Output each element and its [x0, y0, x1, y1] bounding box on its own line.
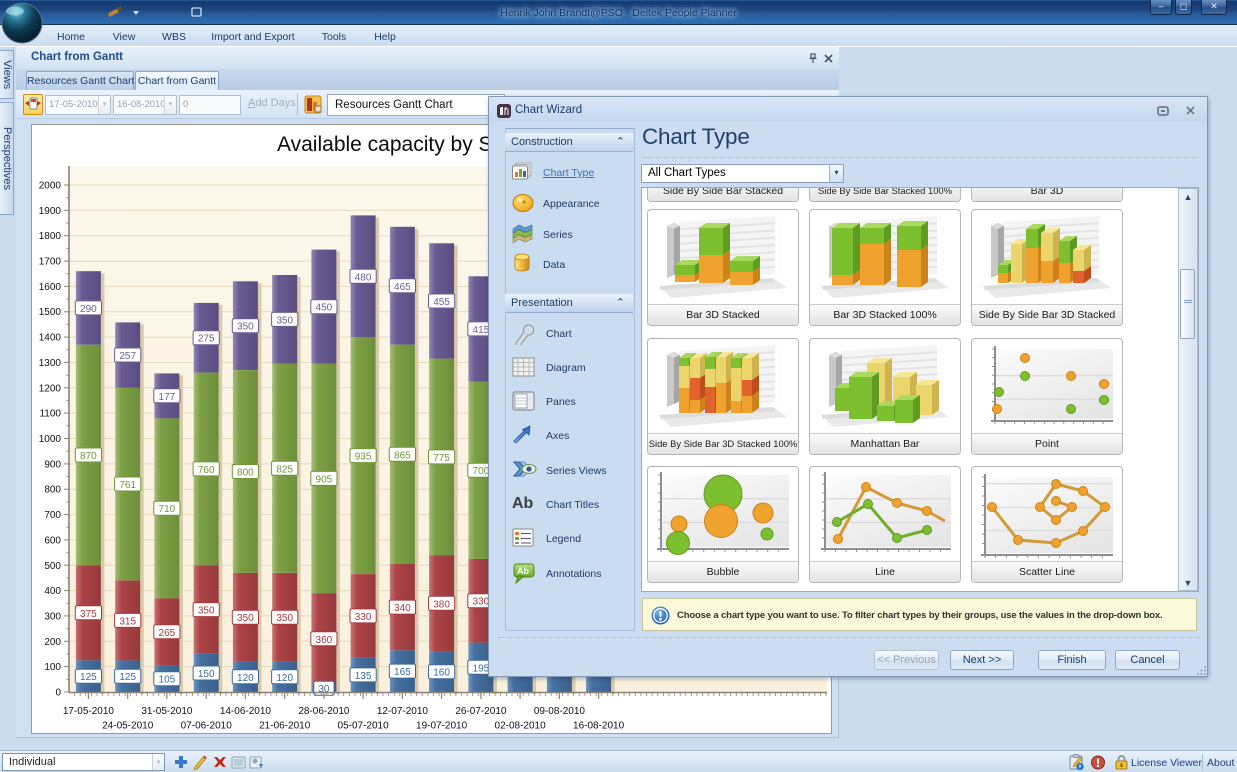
svg-text:26-07-2010: 26-07-2010	[455, 706, 507, 717]
svg-text:450: 450	[316, 303, 333, 314]
svg-text:31-05-2010: 31-05-2010	[141, 706, 193, 717]
svg-text:350: 350	[198, 606, 215, 617]
svg-text:14-06-2010: 14-06-2010	[220, 706, 272, 717]
svg-text:Ab: Ab	[517, 566, 529, 576]
svg-text:125: 125	[119, 672, 136, 683]
svg-text:1900: 1900	[39, 206, 62, 217]
svg-text:340: 340	[394, 603, 411, 614]
svg-text:150: 150	[198, 669, 215, 680]
svg-text:275: 275	[198, 334, 215, 345]
svg-text:800: 800	[44, 485, 61, 496]
svg-text:350: 350	[237, 613, 254, 624]
svg-text:330: 330	[355, 612, 372, 623]
svg-text:05-07-2010: 05-07-2010	[338, 721, 390, 732]
svg-text:2000: 2000	[39, 181, 62, 192]
svg-text:300: 300	[44, 611, 61, 622]
svg-text:Ab: Ab	[512, 495, 534, 511]
svg-text:1100: 1100	[39, 409, 61, 420]
svg-text:120: 120	[237, 673, 254, 684]
svg-text:315: 315	[119, 616, 136, 627]
svg-text:120: 120	[276, 673, 293, 684]
svg-text:865: 865	[394, 450, 411, 461]
svg-text:28-06-2010: 28-06-2010	[298, 706, 350, 717]
svg-text:400: 400	[44, 586, 61, 597]
svg-text:265: 265	[159, 628, 176, 639]
svg-text:02-08-2010: 02-08-2010	[495, 721, 547, 732]
svg-text:100: 100	[44, 662, 61, 673]
svg-text:165: 165	[394, 667, 411, 678]
svg-text:870: 870	[80, 451, 97, 462]
svg-text:1300: 1300	[39, 358, 62, 369]
svg-text:125: 125	[80, 672, 97, 683]
svg-text:700: 700	[44, 510, 61, 521]
svg-text:1800: 1800	[39, 231, 62, 242]
svg-text:761: 761	[119, 480, 136, 491]
svg-text:760: 760	[198, 465, 215, 476]
svg-text:177: 177	[159, 392, 176, 403]
svg-text:105: 105	[159, 675, 176, 686]
svg-text:500: 500	[44, 561, 61, 572]
svg-text:12-07-2010: 12-07-2010	[377, 706, 429, 717]
svg-text:16-08-2010: 16-08-2010	[573, 721, 625, 732]
svg-text:480: 480	[355, 272, 372, 283]
svg-text:1700: 1700	[39, 257, 62, 268]
svg-text:17-05-2010: 17-05-2010	[63, 706, 115, 717]
svg-text:900: 900	[44, 459, 61, 470]
svg-text:1600: 1600	[39, 282, 62, 293]
svg-text:825: 825	[276, 464, 293, 475]
svg-text:200: 200	[44, 637, 61, 648]
svg-text:24-05-2010: 24-05-2010	[102, 721, 154, 732]
svg-text:905: 905	[316, 474, 333, 485]
svg-text:710: 710	[159, 504, 176, 515]
svg-text:135: 135	[355, 671, 372, 682]
svg-text:350: 350	[237, 322, 254, 333]
svg-text:465: 465	[394, 282, 411, 293]
svg-text:775: 775	[433, 453, 450, 464]
svg-text:800: 800	[237, 468, 254, 479]
svg-text:290: 290	[80, 304, 97, 315]
svg-text:21-06-2010: 21-06-2010	[259, 721, 311, 732]
svg-text:350: 350	[276, 315, 293, 326]
svg-text:07-06-2010: 07-06-2010	[181, 721, 233, 732]
svg-text:1200: 1200	[39, 383, 62, 394]
svg-text:360: 360	[316, 635, 333, 646]
svg-text:0: 0	[55, 688, 61, 699]
svg-text:350: 350	[276, 613, 293, 624]
svg-text:600: 600	[44, 535, 61, 546]
svg-text:160: 160	[433, 668, 450, 679]
svg-text:375: 375	[80, 609, 97, 620]
svg-text:257: 257	[119, 351, 136, 362]
svg-text:19-07-2010: 19-07-2010	[416, 721, 468, 732]
svg-text:380: 380	[433, 599, 450, 610]
svg-text:455: 455	[433, 297, 450, 308]
svg-text:1000: 1000	[39, 434, 62, 445]
svg-text:935: 935	[355, 452, 372, 463]
svg-text:1500: 1500	[39, 307, 62, 318]
svg-text:09-08-2010: 09-08-2010	[534, 706, 586, 717]
svg-text:1400: 1400	[39, 333, 62, 344]
